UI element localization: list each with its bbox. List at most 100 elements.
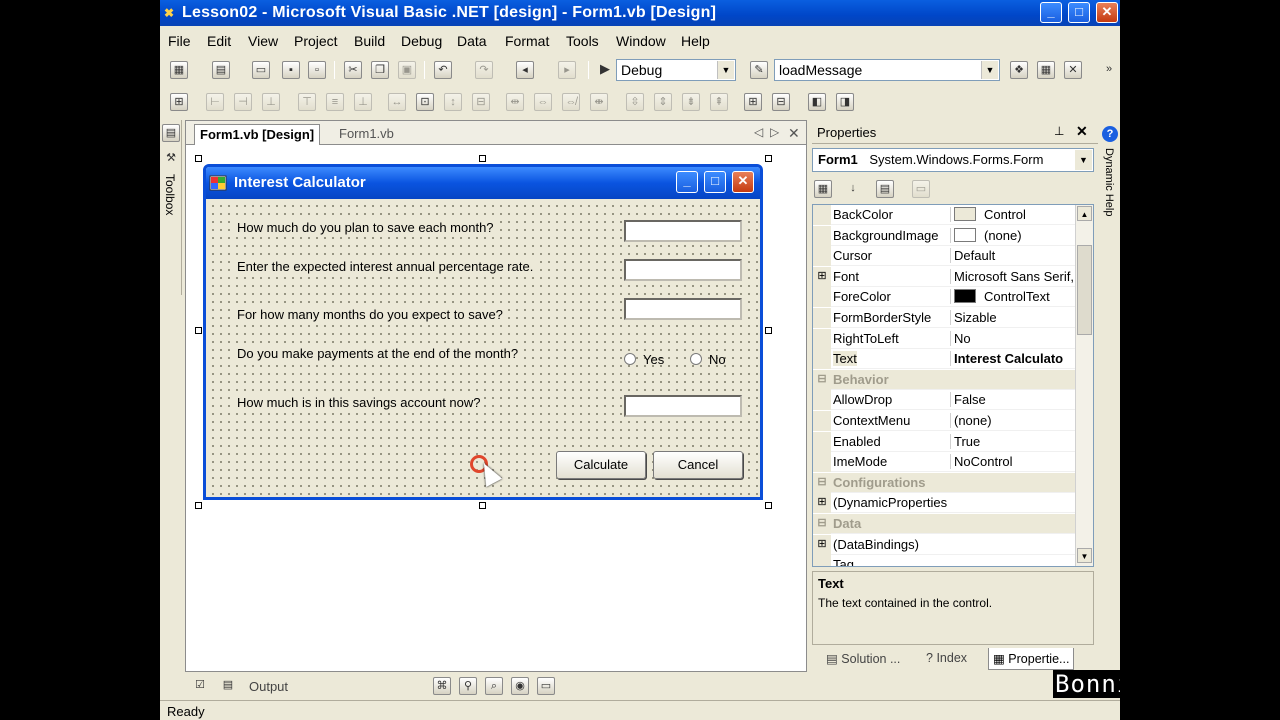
property-value[interactable]: Microsoft Sans Serif, — [950, 268, 1077, 284]
property-row[interactable]: Cursor Default — [813, 246, 1077, 267]
undo-icon[interactable]: ↶ — [434, 61, 452, 79]
calculate-button[interactable]: Calculate — [556, 451, 646, 479]
close-panel-icon[interactable]: ✕ — [1076, 123, 1088, 140]
property-value[interactable]: Sizable — [950, 310, 1077, 325]
property-row[interactable]: Tag — [813, 555, 1077, 566]
scroll-tabs-left-icon[interactable]: ◁ — [754, 125, 763, 139]
tab-form1-code[interactable]: Form1.vb — [334, 124, 399, 145]
find-results-icon[interactable]: ⚲ — [459, 677, 477, 695]
solution-config-combo[interactable]: Debug ▼ — [616, 59, 736, 81]
toolbar-options-icon[interactable]: » — [1100, 61, 1118, 79]
resize-handle[interactable] — [195, 502, 202, 509]
center-vertically-icon[interactable]: ⊟ — [772, 93, 790, 111]
toolbox-hammer-icon[interactable]: ⚒ — [162, 150, 180, 168]
property-row[interactable]: BackgroundImage (none) — [813, 225, 1077, 246]
property-value[interactable]: Control — [950, 207, 1077, 222]
property-row[interactable]: FormBorderStyle Sizable — [813, 308, 1077, 328]
minimize-button[interactable]: _ — [1040, 2, 1062, 23]
scroll-up-icon[interactable]: ▲ — [1077, 206, 1092, 221]
property-value[interactable]: False — [950, 392, 1077, 408]
resize-handle[interactable] — [479, 155, 486, 162]
start-icon[interactable]: ▶ — [596, 61, 614, 79]
align-bottoms-icon[interactable]: ⊥ — [354, 93, 372, 111]
menu-file[interactable]: File — [168, 33, 191, 49]
property-category-row[interactable]: ⊟ Behavior — [813, 369, 1077, 390]
collapse-icon[interactable]: ⊟ — [813, 472, 831, 493]
property-row[interactable]: ⊞ (DynamicProperties — [813, 493, 1077, 514]
radio-no[interactable]: No — [690, 352, 726, 367]
monthly-savings-textbox[interactable] — [624, 220, 742, 242]
horizontal-spacing-icon[interactable]: ⇹ — [506, 93, 524, 111]
send-to-back-icon[interactable]: ◨ — [836, 93, 854, 111]
new-project-icon[interactable]: ▦ — [170, 61, 188, 79]
solution-explorer-icon[interactable]: ❖ — [1010, 61, 1028, 79]
property-value[interactable]: Default — [950, 248, 1077, 264]
copy-icon[interactable]: ❐ — [371, 61, 389, 79]
properties-window-icon[interactable]: ▦ — [1037, 61, 1055, 79]
increase-hspacing-icon[interactable]: ⇔ — [534, 93, 552, 111]
scroll-thumb[interactable] — [1077, 245, 1092, 335]
properties-view-icon[interactable]: ▤ — [876, 180, 894, 198]
increase-vspacing-icon[interactable]: ⇕ — [654, 93, 672, 111]
find-symbol-icon[interactable]: ⌕ — [485, 677, 503, 695]
form-close-button[interactable]: ✕ — [732, 171, 754, 193]
property-row[interactable]: ⊞ (DataBindings) — [813, 534, 1077, 555]
radio-yes[interactable]: Yes — [624, 352, 664, 367]
decrease-vspacing-icon[interactable]: ⇟ — [682, 93, 700, 111]
open-file-icon[interactable]: ▭ — [252, 61, 270, 79]
center-horizontally-icon[interactable]: ⊞ — [744, 93, 762, 111]
remove-vspacing-icon[interactable]: ⇞ — [710, 93, 728, 111]
make-same-height-icon[interactable]: ↕ — [444, 93, 462, 111]
property-value[interactable]: True — [950, 433, 1077, 449]
menu-build[interactable]: Build — [354, 33, 385, 49]
expand-icon[interactable]: ⊞ — [813, 266, 831, 287]
form-minimize-button[interactable]: _ — [676, 171, 698, 193]
collapse-icon[interactable]: ⊟ — [813, 514, 831, 534]
property-row[interactable]: ⊞ Font Microsoft Sans Serif, — [813, 266, 1077, 287]
breakpoints-icon[interactable]: ◉ — [511, 677, 529, 695]
object-selector[interactable]: Form1 System.Windows.Forms.Form ▼ — [812, 148, 1094, 172]
property-category-row[interactable]: ⊟ Data — [813, 514, 1077, 534]
vertical-spacing-icon[interactable]: ⇳ — [626, 93, 644, 111]
tab-form1-design[interactable]: Form1.vb [Design] — [194, 124, 321, 145]
toolbox-tab[interactable]: Toolbox — [163, 174, 177, 215]
property-grid-scrollbar[interactable]: ▲ ▼ — [1075, 205, 1093, 566]
paste-icon[interactable]: ▣ — [398, 61, 416, 79]
save-all-icon[interactable]: ▫ — [308, 61, 326, 79]
close-button[interactable]: ✕ — [1096, 2, 1118, 23]
command-window-icon[interactable]: ⌘ — [433, 677, 451, 695]
align-middles-icon[interactable]: ≡ — [326, 93, 344, 111]
navigate-back-icon[interactable]: ◂ — [516, 61, 534, 79]
redo-icon[interactable]: ↷ — [475, 61, 493, 79]
toolbox-icon[interactable]: ✕ — [1064, 61, 1082, 79]
property-row[interactable]: RightToLeft No — [813, 328, 1077, 349]
make-same-size-icon[interactable]: ⊟ — [472, 93, 490, 111]
current-balance-textbox[interactable] — [624, 395, 742, 417]
align-to-grid-icon[interactable]: ⊞ — [170, 93, 188, 111]
menu-project[interactable]: Project — [294, 33, 338, 49]
help-icon[interactable]: ? — [1102, 126, 1118, 142]
find-combo[interactable]: loadMessage ▼ — [774, 59, 1000, 81]
property-row[interactable]: ForeColor ControlText — [813, 287, 1077, 308]
scroll-tabs-right-icon[interactable]: ▷ — [770, 125, 779, 139]
menu-debug[interactable]: Debug — [401, 33, 442, 49]
resize-handle[interactable] — [765, 155, 772, 162]
property-value[interactable]: (none) — [950, 227, 1077, 243]
menu-tools[interactable]: Tools — [566, 33, 599, 49]
menu-help[interactable]: Help — [681, 33, 710, 49]
scroll-down-icon[interactable]: ▼ — [1077, 548, 1092, 563]
property-row[interactable]: AllowDrop False — [813, 390, 1077, 411]
property-value[interactable]: ControlText — [950, 289, 1077, 305]
property-pages-icon[interactable]: ▭ — [912, 180, 930, 198]
expand-icon[interactable]: ⊞ — [813, 534, 831, 555]
align-tops-icon[interactable]: ⊤ — [298, 93, 316, 111]
menu-edit[interactable]: Edit — [207, 33, 231, 49]
property-row[interactable]: Text Interest Calculato — [813, 349, 1077, 370]
property-value[interactable]: (none) — [950, 413, 1077, 428]
collapse-icon[interactable]: ⊟ — [813, 369, 831, 390]
find-in-files-icon[interactable]: ✎ — [750, 61, 768, 79]
make-same-width-icon[interactable]: ↔ — [388, 93, 406, 111]
task-list-icon[interactable]: ☑ — [191, 677, 209, 695]
resize-handle[interactable] — [195, 327, 202, 334]
server-explorer-icon[interactable]: ▤ — [162, 124, 180, 142]
